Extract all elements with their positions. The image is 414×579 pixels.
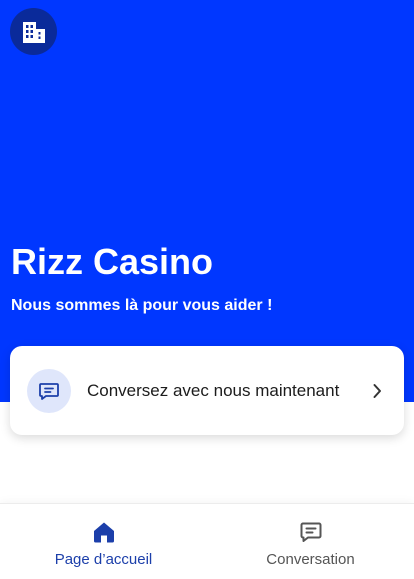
page-title: Rizz Casino — [11, 241, 214, 282]
start-conversation-card[interactable]: Conversez avec nous maintenant — [10, 346, 404, 435]
page-subtitle: Nous sommes là pour vous aider ! — [11, 297, 273, 314]
chevron-right-icon — [372, 383, 382, 399]
chat-icon — [27, 368, 71, 413]
chat-icon — [298, 519, 324, 545]
start-conversation-label: Conversez avec nous maintenant — [87, 380, 340, 400]
nav-conversation-label: Conversation — [266, 551, 355, 568]
nav-home-label: Page d’accueil — [54, 551, 153, 568]
header-banner: Rizz Casino Nous sommes là pour vous aid… — [0, 0, 414, 402]
nav-conversation[interactable]: Conversation — [207, 504, 414, 579]
company-logo — [10, 8, 57, 55]
building-icon — [22, 21, 45, 43]
home-icon — [91, 519, 117, 545]
bottom-navigation: Page d’accueil Conversation — [0, 503, 414, 579]
nav-home[interactable]: Page d’accueil — [0, 504, 207, 579]
messenger-home-screen: Rizz Casino Nous sommes là pour vous aid… — [0, 0, 414, 579]
